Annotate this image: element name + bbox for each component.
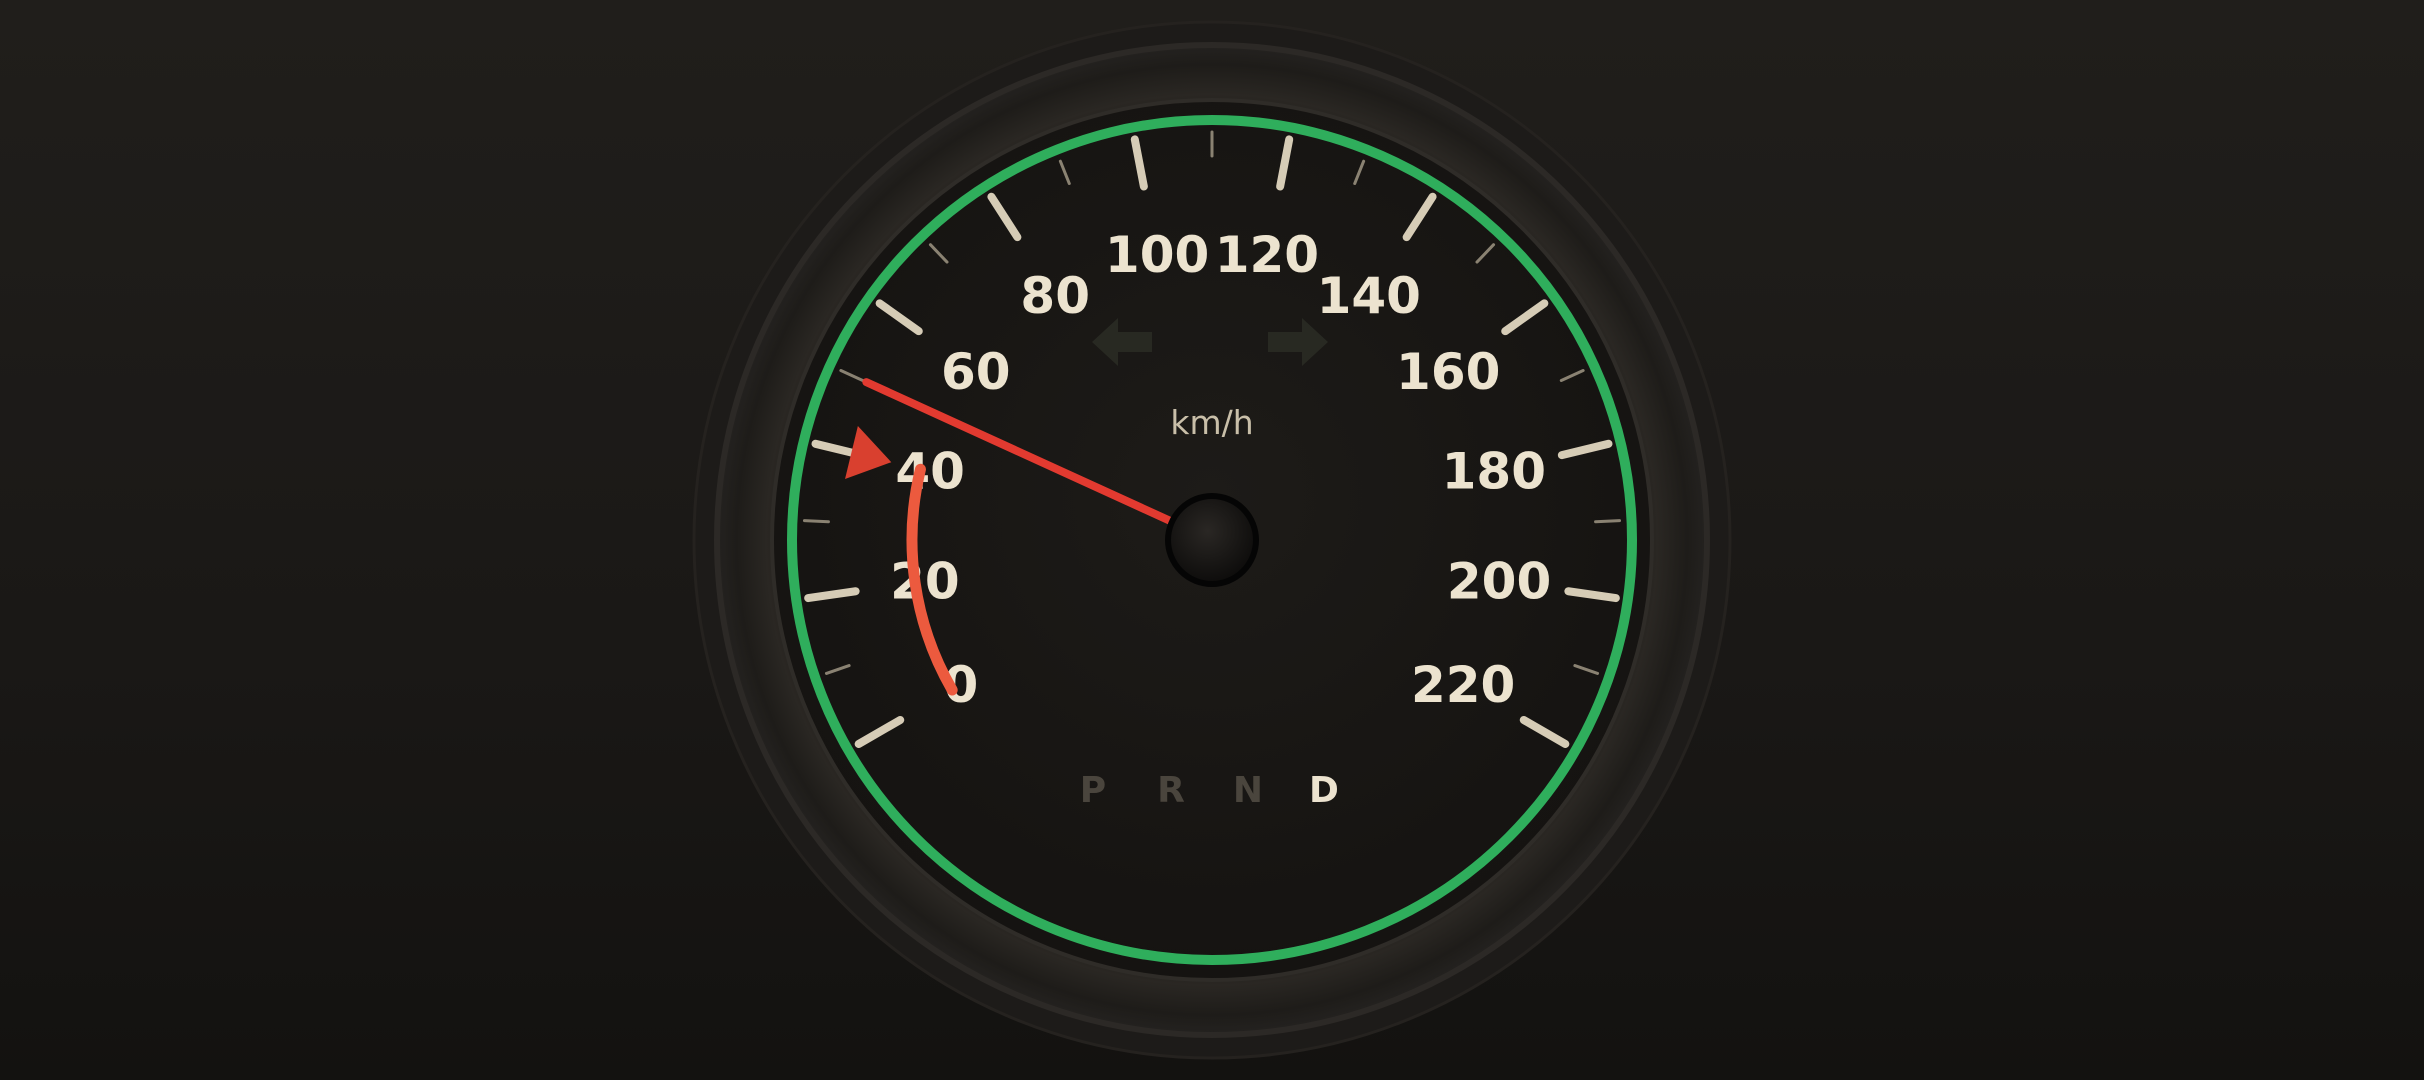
tick-label: 180 — [1442, 443, 1546, 501]
tick-label: 120 — [1215, 226, 1319, 284]
tick-label: 20 — [890, 552, 960, 610]
tick-label: 80 — [1020, 267, 1090, 325]
gear-p: P — [1080, 770, 1106, 811]
gear-n: N — [1233, 770, 1263, 811]
tick-label: 200 — [1447, 552, 1551, 610]
tick-label: 40 — [895, 443, 965, 501]
tick-label: 60 — [941, 343, 1011, 401]
tick-label: 140 — [1317, 267, 1421, 325]
gear-r: R — [1157, 770, 1185, 811]
tick-label: 220 — [1411, 656, 1515, 714]
speedometer-screen: 0 20 40 60 80 100 120 140 160 180 200 220 km/h P R … — [0, 0, 2424, 1080]
speedometer-gauge: 020406080100 120140160180200220 km/h P R … — [692, 20, 1732, 1060]
minor-tick — [802, 519, 830, 524]
needle-hub — [1165, 493, 1259, 587]
minor-tick — [1594, 519, 1622, 524]
tick-label: 160 — [1396, 343, 1500, 401]
gear-d: D — [1309, 770, 1339, 811]
unit-label: km/h — [1170, 403, 1253, 442]
tick-label: 100 — [1105, 226, 1209, 284]
